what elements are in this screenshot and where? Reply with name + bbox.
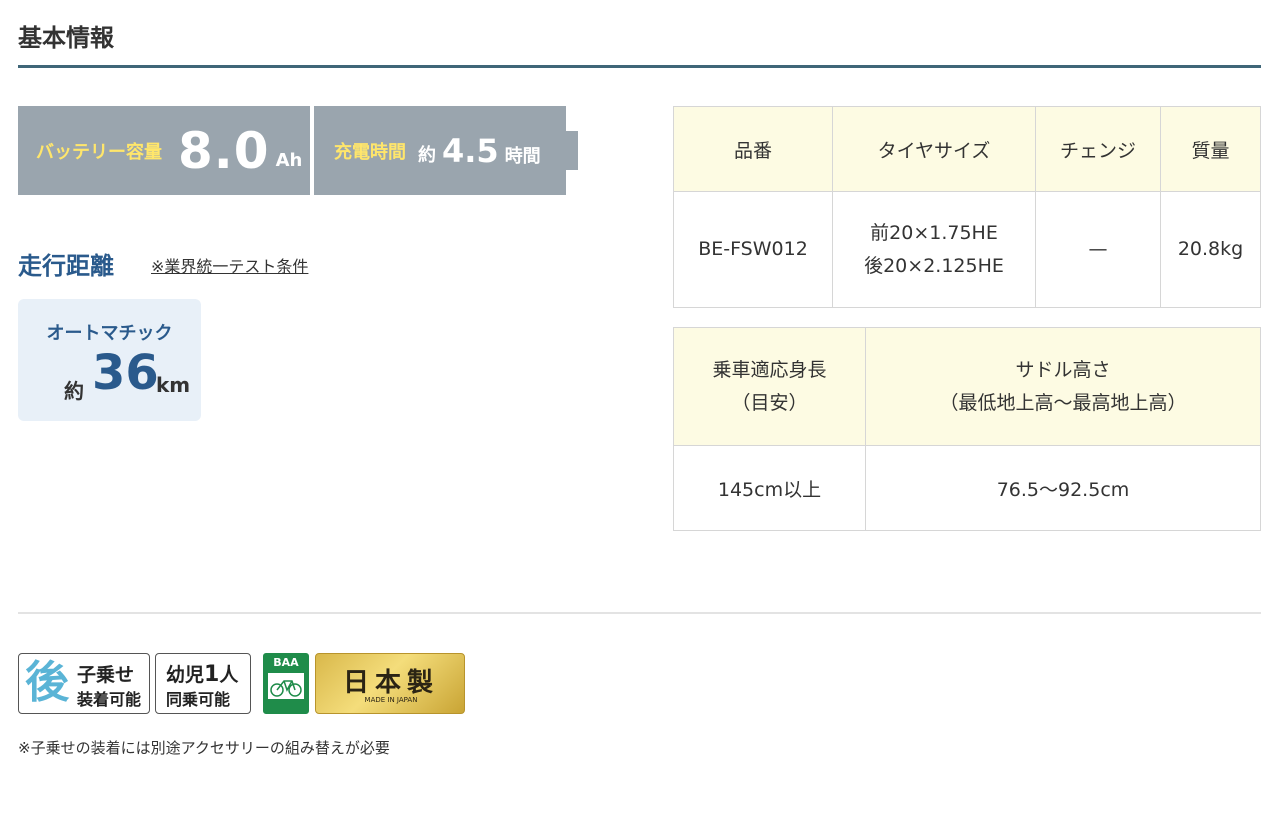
header-model: 品番 <box>673 106 833 192</box>
header-saddle-line1: サドル高さ <box>1015 358 1111 381</box>
header-rider-height-line2: （目安） <box>731 391 808 414</box>
charge-unit: 時間 <box>504 145 541 167</box>
header-tire-size: タイヤサイズ <box>832 106 1036 192</box>
tire-rear: 後20×2.125HE <box>864 254 1004 277</box>
charge-prefix: 約 <box>418 144 436 166</box>
charge-label: 充電時間 <box>334 141 406 163</box>
table-row: 145cm以上 76.5～92.5cm <box>673 445 1261 531</box>
cell-weight: 20.8kg <box>1160 191 1261 308</box>
infant-line2: 同乗可能 <box>166 690 231 709</box>
made-in-japan-jp: 日本製 <box>342 668 439 698</box>
bicycle-icon <box>268 673 304 699</box>
table-row: BE-FSW012 前20×1.75HE 後20×2.125HE — 20.8k… <box>673 191 1261 308</box>
page-title: 基本情報 <box>18 24 114 52</box>
cell-rider-height: 145cm以上 <box>673 445 866 531</box>
child-seat-line2: 装着可能 <box>77 690 142 709</box>
infant-line1: 幼児1人 <box>166 660 238 687</box>
charge-panel-tab <box>564 131 578 170</box>
range-prefix: 約 <box>64 379 84 403</box>
header-change: チェンジ <box>1035 106 1161 192</box>
fit-table: 乗車適応身長 （目安） サドル高さ （最低地上高～最高地上高） 145cm以上 … <box>673 327 1261 531</box>
section-divider <box>18 612 1261 614</box>
range-title: 走行距離 <box>18 252 114 280</box>
range-mode: オートマチック <box>46 323 173 344</box>
spec-table: 品番 タイヤサイズ チェンジ 質量 BE-FSW012 前20×1.75HE 後… <box>673 106 1261 308</box>
battery-capacity-panel: バッテリー容量 8.0 Ah <box>18 106 310 195</box>
title-divider <box>18 65 1261 68</box>
footnote: ※子乗せの装着には別途アクセサリーの組み替えが必要 <box>18 739 390 757</box>
infant-line1-a: 幼児 <box>166 664 205 686</box>
cell-model: BE-FSW012 <box>673 191 833 308</box>
rear-child-seat-badge: 後 子乗せ 装着可能 <box>18 653 150 714</box>
header-saddle-line2: （最低地上高～最高地上高） <box>939 391 1187 414</box>
tire-front: 前20×1.75HE <box>870 221 998 244</box>
battery-value: 8.0 <box>178 121 270 180</box>
baa-mark-icon: BAA <box>263 653 309 714</box>
battery-unit: Ah <box>275 150 303 171</box>
infant-line1-c: 人 <box>219 664 239 686</box>
header-rider-height-line1: 乗車適応身長 <box>712 358 827 381</box>
header-weight: 質量 <box>1160 106 1261 192</box>
range-card: オートマチック 約 36 km <box>18 299 201 421</box>
baa-text: BAA <box>273 656 299 669</box>
cell-change: — <box>1035 191 1161 308</box>
rear-seat-icon: 後 <box>25 657 69 708</box>
child-seat-line1: 子乗せ <box>77 664 135 686</box>
test-condition-link[interactable]: ※業界統一テスト条件 <box>151 253 308 277</box>
cell-saddle-height: 76.5～92.5cm <box>865 445 1261 531</box>
battery-label: バッテリー容量 <box>36 141 162 163</box>
range-value: 36 <box>92 345 159 401</box>
header-saddle-height: サドル高さ （最低地上高～最高地上高） <box>865 327 1261 446</box>
range-unit: km <box>156 373 191 397</box>
infant-count: 1 <box>204 662 220 687</box>
charge-time-panel: 充電時間 約 4.5 時間 <box>314 106 566 195</box>
made-in-japan-badge: 日本製 MADE IN JAPAN <box>315 653 465 714</box>
charge-value: 4.5 <box>442 131 499 170</box>
cell-tire-size: 前20×1.75HE 後20×2.125HE <box>832 191 1036 308</box>
header-rider-height: 乗車適応身長 （目安） <box>673 327 866 446</box>
made-in-japan-en: MADE IN JAPAN <box>364 696 418 704</box>
infant-rider-badge: 幼児1人 同乗可能 <box>155 653 251 714</box>
